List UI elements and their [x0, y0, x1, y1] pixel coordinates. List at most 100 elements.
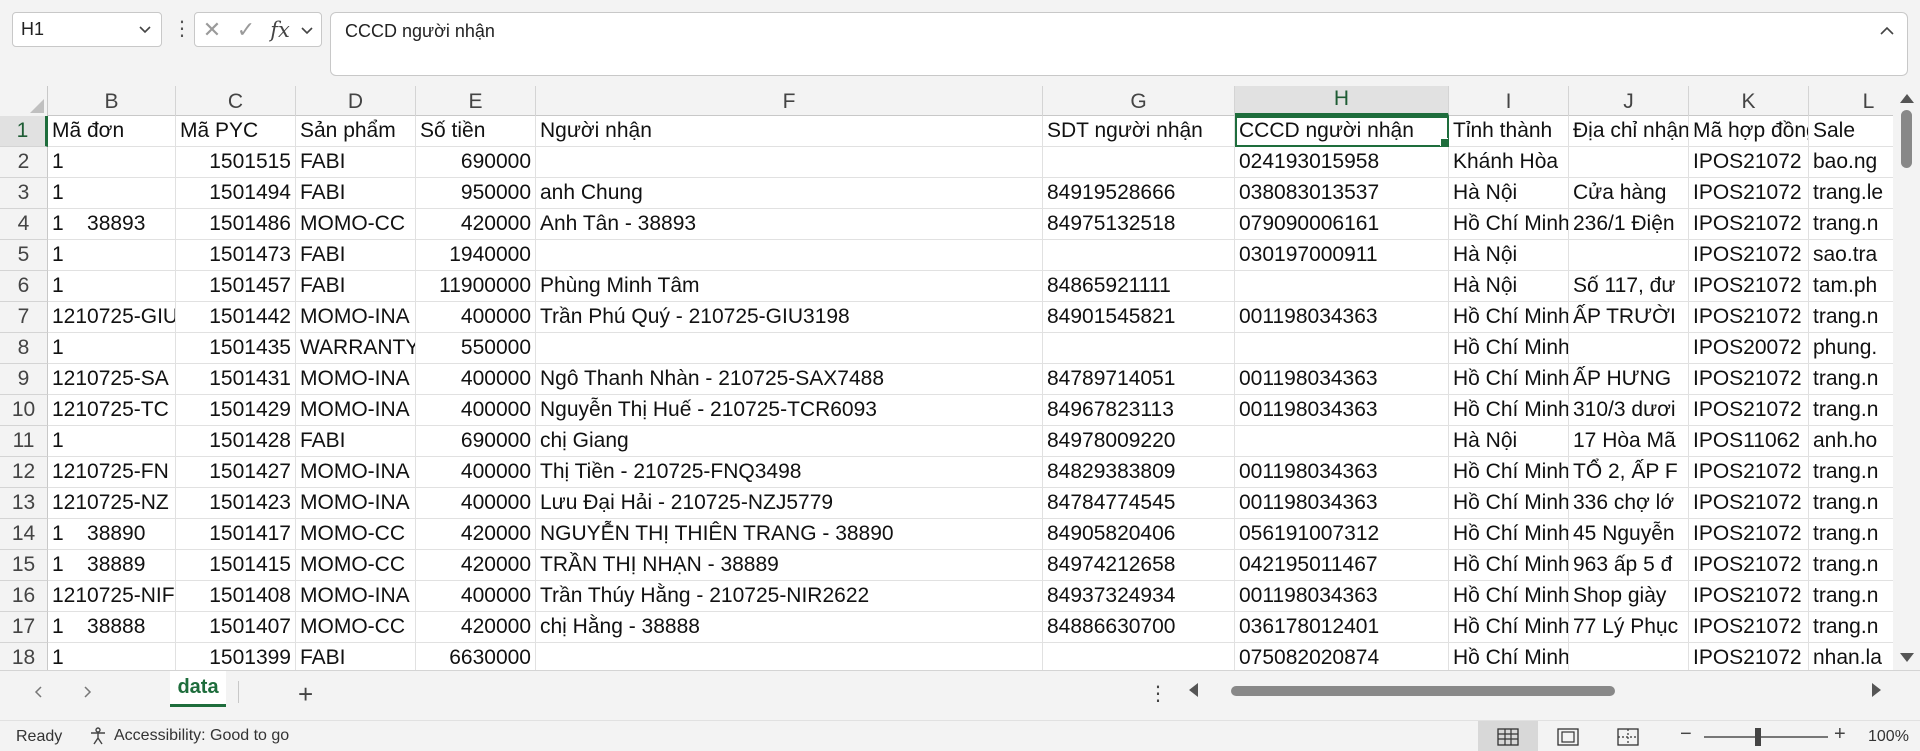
row-header-7[interactable]: 7 — [0, 302, 48, 333]
cell-g14[interactable]: 84905820406 — [1043, 519, 1235, 550]
cell-h8[interactable] — [1235, 333, 1449, 364]
cell-h18[interactable]: 075082020874 — [1235, 643, 1449, 670]
cell-f18[interactable] — [536, 643, 1043, 670]
column-header-g[interactable]: G — [1043, 86, 1235, 116]
cell-c5[interactable]: 1501473 — [176, 240, 296, 271]
row-header-4[interactable]: 4 — [0, 209, 48, 240]
cell-k12[interactable]: IPOS21072 — [1689, 457, 1809, 488]
cell-b2[interactable]: 1 — [48, 147, 176, 178]
cell-l3[interactable]: trang.le — [1809, 178, 1893, 209]
cell-l10[interactable]: trang.n — [1809, 395, 1893, 426]
add-sheet-button[interactable]: + — [298, 679, 313, 710]
cell-f7[interactable]: Trần Phú Quý - 210725-GIU3198 — [536, 302, 1043, 333]
cell-i11[interactable]: Hà Nội — [1449, 426, 1569, 457]
cell-f12[interactable]: Thị Tiền - 210725-FNQ3498 — [536, 457, 1043, 488]
cell-f2[interactable] — [536, 147, 1043, 178]
cell-h1[interactable]: CCCD người nhận — [1235, 116, 1449, 147]
cell-c2[interactable]: 1501515 — [176, 147, 296, 178]
cell-h15[interactable]: 042195011467 — [1235, 550, 1449, 581]
cell-l8[interactable]: phung. — [1809, 333, 1893, 364]
cell-h16[interactable]: 001198034363 — [1235, 581, 1449, 612]
cell-e5[interactable]: 1940000 — [416, 240, 536, 271]
formula-input[interactable]: CCCD người nhận — [330, 12, 1908, 76]
cell-f13[interactable]: Lưu Đại Hải - 210725-NZJ5779 — [536, 488, 1043, 519]
chevron-right-icon[interactable] — [80, 685, 94, 699]
collapse-formula-bar-icon[interactable] — [1877, 21, 1897, 41]
cell-l9[interactable]: trang.n — [1809, 364, 1893, 395]
cell-f1[interactable]: Người nhận — [536, 116, 1043, 147]
cell-d1[interactable]: Sản phẩm — [296, 116, 416, 147]
cell-d11[interactable]: FABI — [296, 426, 416, 457]
cell-e12[interactable]: 400000 — [416, 457, 536, 488]
cell-h3[interactable]: 038083013537 — [1235, 178, 1449, 209]
cell-b7[interactable]: 1210725-GIU — [48, 302, 176, 333]
insert-function-icon[interactable]: fx — [263, 18, 297, 42]
column-header-j[interactable]: J — [1569, 86, 1689, 116]
cell-j4[interactable]: 236/1 Điện — [1569, 209, 1689, 240]
cell-d9[interactable]: MOMO-INA — [296, 364, 416, 395]
cell-e3[interactable]: 950000 — [416, 178, 536, 209]
column-header-c[interactable]: C — [176, 86, 296, 116]
cell-l5[interactable]: sao.tra — [1809, 240, 1893, 271]
row-header-5[interactable]: 5 — [0, 240, 48, 271]
cell-e15[interactable]: 420000 — [416, 550, 536, 581]
normal-view-button[interactable] — [1478, 721, 1538, 751]
more-options-icon[interactable]: ⋮ — [172, 16, 192, 41]
cell-c13[interactable]: 1501423 — [176, 488, 296, 519]
cell-c4[interactable]: 1501486 — [176, 209, 296, 240]
cell-i7[interactable]: Hồ Chí Minh — [1449, 302, 1569, 333]
cell-i17[interactable]: Hồ Chí Minh — [1449, 612, 1569, 643]
cell-l12[interactable]: trang.n — [1809, 457, 1893, 488]
chevron-left-icon[interactable] — [32, 685, 46, 699]
page-break-view-button[interactable] — [1598, 721, 1658, 751]
cell-k14[interactable]: IPOS21072 — [1689, 519, 1809, 550]
sheet-tab-data[interactable]: data — [170, 671, 226, 707]
cell-f10[interactable]: Nguyễn Thị Huế - 210725-TCR6093 — [536, 395, 1043, 426]
cell-i10[interactable]: Hồ Chí Minh — [1449, 395, 1569, 426]
cell-c3[interactable]: 1501494 — [176, 178, 296, 209]
cell-b6[interactable]: 1 — [48, 271, 176, 302]
row-header-18[interactable]: 18 — [0, 643, 48, 670]
cell-b3[interactable]: 1 — [48, 178, 176, 209]
cell-d3[interactable]: FABI — [296, 178, 416, 209]
name-box[interactable]: H1 — [12, 12, 162, 47]
cell-d10[interactable]: MOMO-INA — [296, 395, 416, 426]
select-all-corner[interactable] — [0, 86, 48, 116]
cell-e1[interactable]: Số tiền — [416, 116, 536, 147]
cell-g16[interactable]: 84937324934 — [1043, 581, 1235, 612]
cell-d17[interactable]: MOMO-CC — [296, 612, 416, 643]
cell-b15[interactable]: 1 38889 — [48, 550, 176, 581]
cell-e14[interactable]: 420000 — [416, 519, 536, 550]
cell-b18[interactable]: 1 — [48, 643, 176, 670]
cell-d4[interactable]: MOMO-CC — [296, 209, 416, 240]
cell-e2[interactable]: 690000 — [416, 147, 536, 178]
cell-e8[interactable]: 550000 — [416, 333, 536, 364]
column-header-e[interactable]: E — [416, 86, 536, 116]
cell-j18[interactable] — [1569, 643, 1689, 670]
column-header-k[interactable]: K — [1689, 86, 1809, 116]
column-header-i[interactable]: I — [1449, 86, 1569, 116]
cell-c17[interactable]: 1501407 — [176, 612, 296, 643]
cell-j6[interactable]: Số 117, đư — [1569, 271, 1689, 302]
column-header-b[interactable]: B — [48, 86, 176, 116]
cell-j12[interactable]: TỔ 2, ẤP F — [1569, 457, 1689, 488]
cell-g5[interactable] — [1043, 240, 1235, 271]
cell-b11[interactable]: 1 — [48, 426, 176, 457]
more-options-icon[interactable]: ⋮ — [1148, 681, 1168, 706]
row-header-9[interactable]: 9 — [0, 364, 48, 395]
zoom-knob[interactable] — [1755, 728, 1761, 746]
cell-j9[interactable]: ẤP HƯNG — [1569, 364, 1689, 395]
cell-j7[interactable]: ẤP TRƯỜI — [1569, 302, 1689, 333]
cell-k11[interactable]: IPOS11062 — [1689, 426, 1809, 457]
cell-l2[interactable]: bao.ng — [1809, 147, 1893, 178]
cell-l4[interactable]: trang.n — [1809, 209, 1893, 240]
cell-j1[interactable]: Địa chỉ nhận — [1569, 116, 1689, 147]
row-header-2[interactable]: 2 — [0, 147, 48, 178]
accessibility-status[interactable]: Accessibility: Good to go — [88, 726, 289, 746]
row-header-8[interactable]: 8 — [0, 333, 48, 364]
scroll-right-icon[interactable] — [1872, 683, 1881, 697]
cell-j5[interactable] — [1569, 240, 1689, 271]
cell-l7[interactable]: trang.n — [1809, 302, 1893, 333]
cell-k13[interactable]: IPOS21072 — [1689, 488, 1809, 519]
cell-l17[interactable]: trang.n — [1809, 612, 1893, 643]
